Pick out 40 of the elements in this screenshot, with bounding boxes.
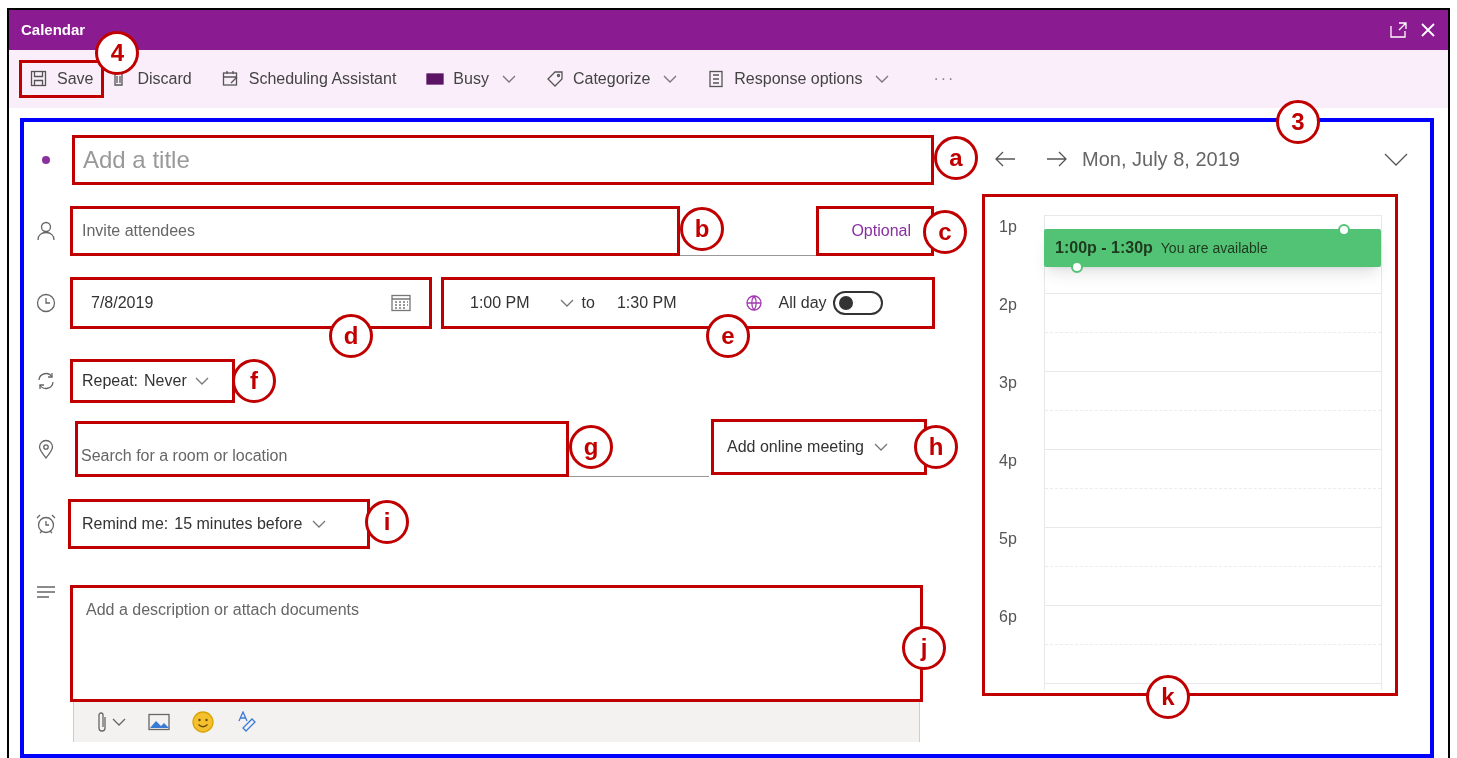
description-field[interactable]: Add a description or attach documents: [73, 588, 920, 699]
callout-badge: 3: [1276, 100, 1320, 144]
repeat-dropdown[interactable]: Repeat: Never: [82, 369, 209, 393]
to-label: to: [581, 293, 595, 313]
event-time: 1:00p - 1:30p: [1055, 238, 1153, 258]
toolbar-button[interactable]: Busy: [426, 67, 516, 91]
callout-badge: i: [365, 500, 409, 544]
callout-badge: d: [329, 314, 373, 358]
callout-badge: c: [923, 210, 967, 254]
hour-label: 6p: [999, 607, 1018, 627]
callout-badge: j: [902, 626, 946, 670]
callout-badge: b: [680, 207, 724, 251]
callout-badge: a: [934, 136, 978, 180]
hour-label: 2p: [999, 295, 1018, 315]
window-title: Calendar: [21, 19, 86, 40]
reminder-dropdown[interactable]: Remind me: 15 minutes before: [82, 512, 327, 536]
attendees-field[interactable]: Invite attendees: [70, 206, 680, 256]
hour-label: 1p: [999, 217, 1018, 237]
callout-badge: e: [706, 314, 750, 358]
toolbar-button[interactable]: Scheduling Assistant: [221, 67, 397, 91]
all-day-label: All day: [778, 293, 827, 313]
toolbar-button[interactable]: Save: [30, 67, 94, 91]
end-time-dropdown[interactable]: 1:30 PM: [616, 291, 677, 315]
callout-badge: h: [914, 425, 958, 469]
date-heading: Mon, July 8, 2019: [1082, 147, 1241, 172]
callout-badge: f: [232, 359, 276, 403]
start-time-dropdown[interactable]: 1:00 PM: [470, 291, 574, 315]
optional-link[interactable]: Optional: [851, 219, 911, 243]
date-value: 7/8/2019: [91, 293, 155, 313]
hour-label: 4p: [999, 451, 1018, 471]
online-meeting-dropdown[interactable]: Add online meeting: [727, 435, 888, 459]
callout-badge: k: [1146, 675, 1190, 719]
toolbar-button[interactable]: Categorize: [545, 67, 678, 91]
hour-label: 3p: [999, 373, 1018, 393]
callout-badge: g: [569, 425, 613, 469]
event-status: You are available: [1160, 238, 1268, 258]
toolbar-button[interactable]: Response options: [707, 67, 890, 91]
title-field[interactable]: Add a title: [72, 135, 934, 185]
hour-label: 5p: [999, 529, 1018, 549]
location-field[interactable]: Search for a room or location: [75, 421, 569, 477]
